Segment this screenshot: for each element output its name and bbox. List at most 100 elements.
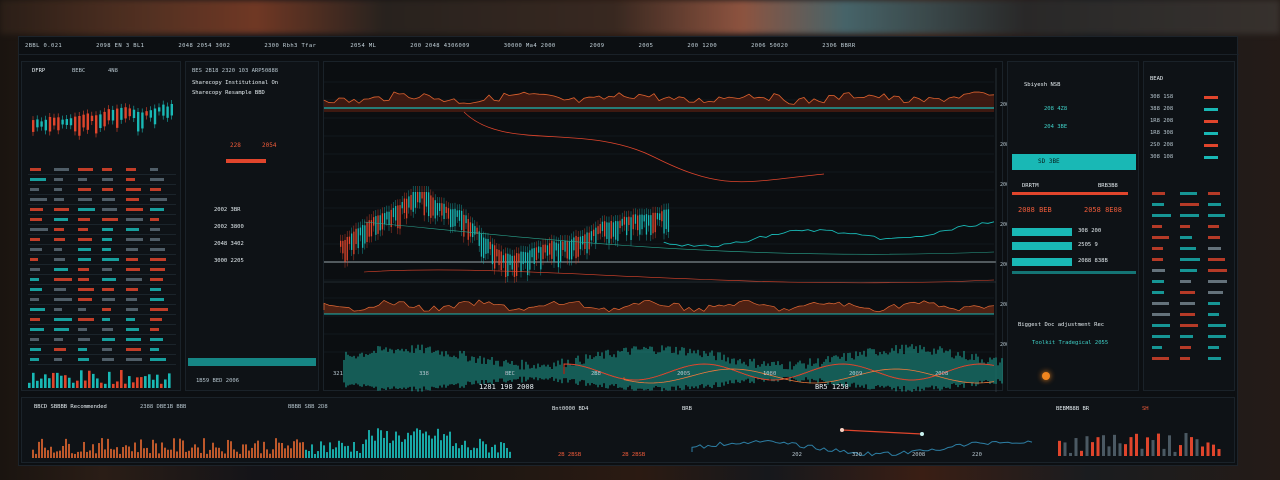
volume-bar [254,443,256,458]
volume-bar [76,380,79,388]
bottom-mid-title: Bnt0000 BD4 [552,406,589,412]
table-cell [54,238,66,241]
far-right-cell [1180,258,1200,261]
table-divider [28,184,176,185]
candle-body [377,215,379,234]
candle-body [637,215,639,231]
candle-body [425,192,428,207]
mini-candle-chart[interactable] [28,80,178,160]
candle-body [599,224,601,234]
candle-body [348,236,351,244]
volume-bar [296,439,298,458]
table-cell [150,348,160,351]
table-cell [30,218,43,221]
volume-bar [311,444,313,458]
candle-body [632,214,634,230]
candle-body [458,210,461,221]
volume-bar [74,453,76,458]
candle-body [498,249,500,266]
candle-body [615,221,617,240]
table-cell [30,198,47,201]
far-right-cell [1152,313,1171,316]
volume-bar [146,447,148,458]
volume-bar [35,453,37,458]
volume-bar [485,444,487,458]
volume-bar [266,449,268,458]
toolbar-item[interactable]: 2306 BBRR [822,43,855,49]
right-cyan-button-2[interactable] [1012,242,1072,250]
toolbar-item[interactable]: 2005 [639,43,654,49]
toolbar-item[interactable]: 2048 2054 3002 [178,43,230,49]
candle-body [465,215,467,224]
toolbar-item[interactable]: 2098 EN 3 BL1 [96,43,144,49]
table-cell [54,298,72,301]
far-right-cell [1152,192,1165,195]
far-right-cell [1180,280,1191,283]
volume-bar [137,452,139,458]
far-right-cell [1180,335,1194,338]
volume-bar [176,451,178,458]
volume-bar [470,450,472,458]
toolbar-item[interactable]: 2300 Rbh3 Tfar [264,43,316,49]
candle-body [395,206,397,221]
far-right-indicator [1204,156,1218,159]
candle-body [166,106,169,118]
candle-body [44,119,47,131]
table-cell [54,248,63,251]
main-price-chart[interactable] [323,62,1004,392]
volume-bar [47,450,49,458]
right-primary-button[interactable] [1012,154,1136,170]
table-cell [30,288,42,291]
toolbar-item[interactable]: 200 2048 4306009 [410,43,469,49]
volume-bar [1129,437,1133,456]
volume-bar [164,379,167,388]
toolbar-item[interactable]: 2054 ML [350,43,376,49]
candle-body [36,119,39,128]
table-cell [150,358,166,361]
volume-bar [302,442,304,458]
volume-bar [1184,433,1188,456]
candle-body [355,228,357,244]
table-cell [126,348,141,351]
table-cell [54,268,68,271]
table-cell [102,258,119,261]
candle-body [359,227,362,236]
volume-bar [458,448,460,458]
toolbar-item[interactable]: 2006 50020 [751,43,788,49]
volume-bar [446,435,448,458]
candle-body [480,233,483,257]
order-cyan-strip [188,358,316,366]
right-cyan-button-3[interactable] [1012,258,1072,266]
far-right-cell [1180,324,1198,327]
right-primary-button-label[interactable]: SD 3BE [1038,158,1060,165]
volume-bar [128,376,131,388]
far-right-panel: BEAD 308 1S8 388 208 1R8 208 1R8 308 2S0 208… [1143,61,1235,391]
table-cell [30,188,40,191]
volume-bar [338,440,340,458]
candle-body [397,205,399,229]
far-right-cell [1180,302,1196,305]
right-cyan-button-1[interactable] [1012,228,1072,236]
bottom-volume-chart[interactable] [32,420,522,460]
table-cell [78,208,95,211]
candle-body [153,108,157,125]
toolbar-item[interactable]: 30000 Ma4 2000 [504,43,556,49]
volume-bar [188,450,190,458]
candle-body [544,244,546,253]
volume-bar [134,442,136,458]
table-cell [102,338,115,341]
candle-body [386,211,388,220]
volume-bar [200,452,202,458]
volume-bar [56,372,59,388]
volume-bar [362,444,364,458]
toolbar-item[interactable]: 200 1200 [687,43,717,49]
far-right-cell [1152,280,1165,283]
volume-bar [491,447,493,458]
volume-bar [1201,446,1204,456]
trend-line [463,111,825,183]
toolbar-item[interactable]: 2BBL 0.021 [25,43,62,49]
toolbar-item[interactable]: 2009 [590,43,605,49]
table-cell [126,298,138,301]
table-cell [30,178,47,181]
table-cell [102,328,113,331]
